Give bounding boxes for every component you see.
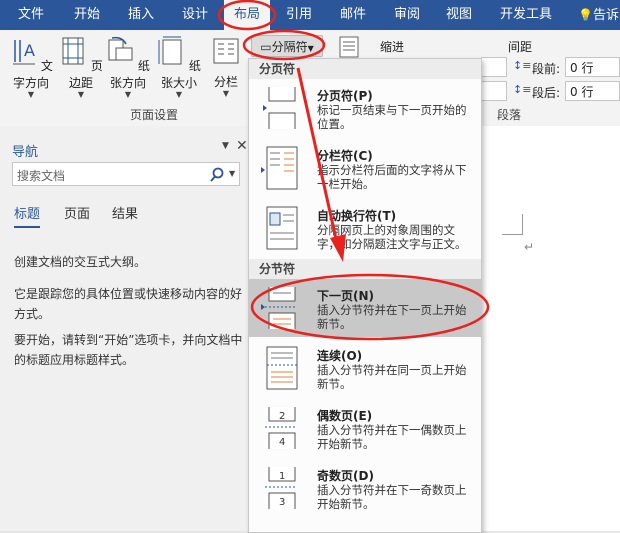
highlight-circle-next-page [250, 273, 490, 341]
highlight-circle-breaks-button [242, 29, 326, 61]
arrow-head-icon [330, 234, 346, 262]
highlight-circle-layout-tab [217, 0, 277, 31]
annotation-arrow [296, 67, 340, 249]
annotation-overlay [217, 0, 490, 341]
